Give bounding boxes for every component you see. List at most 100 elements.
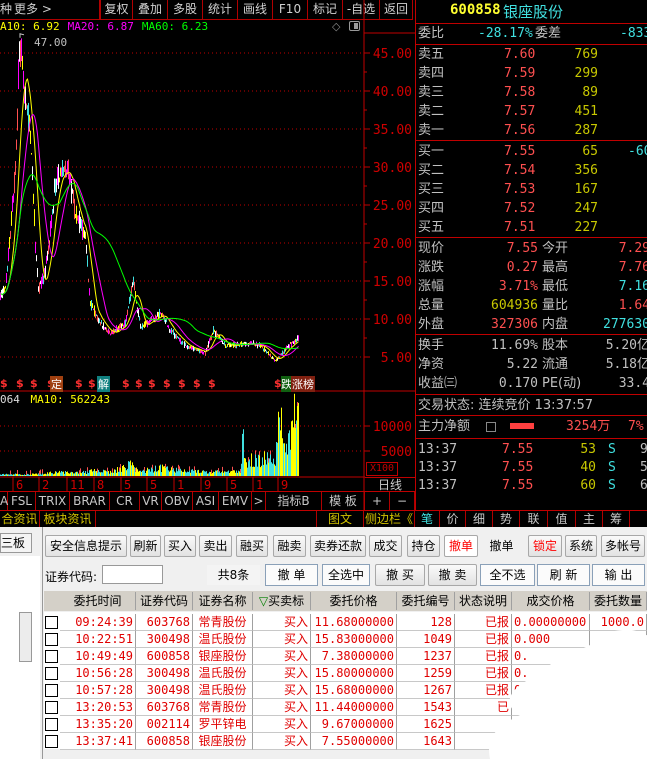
- action-button-4[interactable]: 全不选: [480, 564, 535, 586]
- trade-button-8[interactable]: 持仓: [407, 535, 440, 557]
- column-header[interactable]: ▽买卖标志: [253, 592, 311, 626]
- tab-composite-info[interactable]: 合资讯: [0, 511, 40, 527]
- row-checkbox[interactable]: [45, 667, 58, 680]
- tick-price: 7.55: [502, 478, 534, 493]
- code-input[interactable]: [102, 565, 163, 584]
- stat-value: 277630: [603, 317, 647, 332]
- table-cell: 11.68000000: [311, 614, 397, 631]
- trade-button-1[interactable]: 刷新: [130, 535, 161, 557]
- right-tab-6[interactable]: 主: [576, 511, 603, 527]
- trade-button-12[interactable]: 系统: [565, 535, 597, 557]
- trade-button-6[interactable]: 卖券还款: [310, 535, 366, 557]
- action-button-5[interactable]: 刷 新: [537, 564, 590, 586]
- zoom-in-button[interactable]: +: [365, 492, 390, 510]
- row-checkbox[interactable]: [45, 718, 58, 731]
- indicator-tab-8[interactable]: EMV: [219, 492, 252, 510]
- trade-button-10[interactable]: 撤单: [485, 535, 518, 557]
- column-header[interactable]: 状态说明: [455, 592, 512, 610]
- table-cell: 13:20:53: [60, 699, 136, 716]
- dollar-signal-icon[interactable]: $: [122, 377, 130, 390]
- right-tab-1[interactable]: 价: [440, 511, 466, 527]
- stat-value: 0.170: [498, 376, 538, 391]
- dollar-signal-icon[interactable]: $: [135, 377, 143, 390]
- dollar-signal-icon[interactable]: $: [75, 377, 83, 390]
- tab-f10[interactable]: 图文F10: [316, 511, 364, 542]
- dollar-signal-icon[interactable]: $: [16, 377, 24, 390]
- dollar-signal-icon[interactable]: $: [193, 377, 201, 390]
- column-header[interactable]: 成交价格: [512, 592, 590, 610]
- action-button-1[interactable]: 全选中: [322, 564, 370, 586]
- action-button-6[interactable]: 输 出: [592, 564, 645, 586]
- dollar-signal-icon[interactable]: $: [30, 377, 38, 390]
- row-checkbox[interactable]: [45, 616, 58, 629]
- column-header[interactable]: 证券代码: [136, 592, 193, 610]
- indicator-tab-3[interactable]: BRAR: [70, 492, 110, 510]
- ding-signal[interactable]: 定: [50, 376, 63, 392]
- trade-button-3[interactable]: 卖出: [199, 535, 232, 557]
- indicator-tab-7[interactable]: ASI: [193, 492, 219, 510]
- sidebar-toggle[interactable]: 侧边栏《: [364, 511, 415, 527]
- trade-button-9[interactable]: 撤单: [444, 535, 478, 557]
- row-checkbox[interactable]: [45, 701, 58, 714]
- dollar-signal-icon[interactable]: $: [88, 377, 96, 390]
- level-label: 买五: [418, 220, 445, 235]
- stat-label: 涨幅: [418, 279, 445, 294]
- three-board-button[interactable]: 三板: [0, 533, 32, 553]
- right-tab-5[interactable]: 值: [548, 511, 576, 527]
- action-button-3[interactable]: 撤 卖: [428, 564, 477, 586]
- trade-button-5[interactable]: 融卖: [273, 535, 306, 557]
- column-header[interactable]: 委托价格: [311, 592, 397, 610]
- action-button-0[interactable]: 撤 单: [265, 564, 318, 586]
- dollar-signal-icon[interactable]: $: [178, 377, 186, 390]
- trade-button-13[interactable]: 多帐号: [601, 535, 645, 557]
- action-button-2[interactable]: 撤 买: [375, 564, 425, 586]
- table-cell: 15.80000000: [311, 665, 397, 682]
- right-tab-3[interactable]: 势: [493, 511, 520, 527]
- right-tab-4[interactable]: 联: [520, 511, 548, 527]
- indicator-tab-2[interactable]: TRIX: [36, 492, 70, 510]
- row-checkbox[interactable]: [45, 684, 58, 697]
- indicator-tab-9[interactable]: >: [252, 492, 266, 510]
- period-selector[interactable]: 日线: [365, 477, 415, 492]
- trade-button-2[interactable]: 买入: [164, 535, 196, 557]
- indicator-tab-5[interactable]: VR: [140, 492, 162, 510]
- zhangbang-signal[interactable]: 涨榜: [291, 376, 315, 392]
- trade-button-7[interactable]: 成交: [369, 535, 402, 557]
- column-header[interactable]: 委托编号: [397, 592, 455, 610]
- right-tab-2[interactable]: 细: [466, 511, 493, 527]
- row-checkbox[interactable]: [45, 633, 58, 646]
- dollar-signal-icon[interactable]: $: [163, 377, 171, 390]
- date-label: 6: [16, 478, 23, 492]
- table-cell: 10:56:28: [60, 665, 136, 682]
- table-cell: 买入: [253, 648, 311, 665]
- indicator-tab-10[interactable]: 指标B: [266, 492, 322, 510]
- dollar-signal-icon[interactable]: $: [148, 377, 156, 390]
- jie-signal[interactable]: 解: [97, 376, 110, 392]
- indicator-tab-4[interactable]: CR: [110, 492, 140, 510]
- tab-sector-info[interactable]: 板块资讯: [40, 511, 96, 527]
- row-checkbox[interactable]: [45, 735, 58, 748]
- sort-icon[interactable]: ▽: [259, 594, 268, 608]
- dollar-signal-icon[interactable]: $: [0, 377, 8, 390]
- indicator-tab-0[interactable]: A: [0, 492, 8, 510]
- kline-chart[interactable]: 45.0040.0035.0030.0025.0020.0015.0010.00…: [0, 0, 415, 510]
- peak-label: 47.00: [34, 36, 68, 49]
- indicator-tab-1[interactable]: FSL: [8, 492, 36, 510]
- indicator-tab-11[interactable]: 模 板: [322, 492, 365, 510]
- column-header[interactable]: 委托数量: [590, 592, 647, 610]
- column-header[interactable]: 委托时间: [60, 592, 136, 610]
- column-header[interactable]: 证券名称: [193, 592, 253, 610]
- trade-button-11[interactable]: 锁定: [528, 535, 562, 557]
- trade-button-4[interactable]: 融买: [236, 535, 268, 557]
- table-cell: 09:24:39: [60, 614, 136, 631]
- indicator-tab-6[interactable]: OBV: [162, 492, 193, 510]
- date-label: 2: [42, 478, 49, 492]
- right-tab-7[interactable]: 筹: [603, 511, 630, 527]
- side-scrollbar[interactable]: [19, 612, 32, 662]
- right-tab-0[interactable]: 笔: [415, 511, 440, 527]
- list-icon[interactable]: [486, 422, 496, 432]
- dollar-signal-icon[interactable]: $: [208, 377, 216, 390]
- zoom-out-button[interactable]: −: [390, 492, 415, 510]
- row-checkbox[interactable]: [45, 650, 58, 663]
- trade-button-0[interactable]: 安全信息提示: [45, 535, 127, 557]
